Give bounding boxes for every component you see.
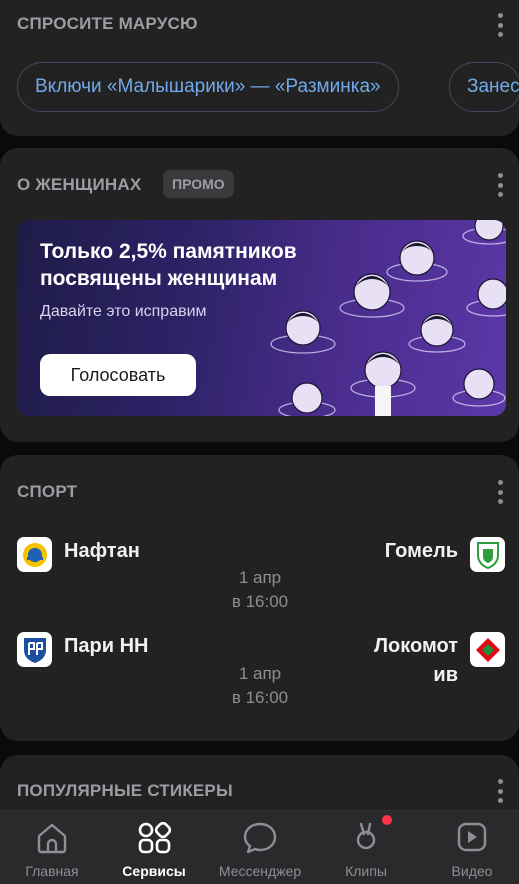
- gomel-logo: [470, 537, 505, 572]
- section-title-women: О ЖЕНЩИНАХ: [17, 175, 142, 194]
- nav-label: Видео: [451, 863, 493, 879]
- messenger-icon: [243, 822, 277, 854]
- more-options-icon[interactable]: [497, 173, 503, 197]
- sport-card: СПОРТ Нафтан Гомель 1 апр в 16:00 Пари Н…: [0, 455, 519, 741]
- nav-label: Главная: [25, 863, 79, 879]
- more-options-icon[interactable]: [497, 779, 503, 803]
- vote-button[interactable]: Голосовать: [40, 354, 196, 396]
- clips-icon: [356, 822, 376, 850]
- nav-label: Сервисы: [122, 863, 186, 879]
- services-icon: [138, 821, 172, 854]
- away-team-name-cont: ив: [433, 664, 458, 686]
- promo-badge: ПРОМО: [163, 170, 234, 198]
- nav-item-messenger[interactable]: Мессенджер: [208, 811, 312, 884]
- home-team-name[interactable]: Нафтан: [64, 540, 140, 563]
- nav-label: Мессенджер: [218, 863, 302, 879]
- match-time: в 16:00: [231, 592, 289, 611]
- match-date: 1 апр: [238, 664, 282, 683]
- banner-subtitle: Давайте это исправим: [40, 303, 207, 320]
- lokomotiv-logo: [470, 632, 505, 667]
- home-icon: [37, 823, 67, 854]
- bottom-navigation: Главная Сервисы Мессенджер Клипы Видео: [0, 810, 519, 884]
- women-promo-card: О ЖЕНЩИНАХ ПРОМО Только 2,5% памятников …: [0, 148, 519, 442]
- away-team-name[interactable]: Локомот: [374, 635, 458, 658]
- match-time: в 16:00: [231, 688, 289, 707]
- notification-dot: [382, 815, 392, 825]
- more-options-icon[interactable]: [497, 480, 503, 504]
- promo-banner[interactable]: Только 2,5% памятников посвящены женщина…: [17, 220, 506, 416]
- match-date: 1 апр: [238, 568, 282, 587]
- marusya-suggestion-chip[interactable]: Занес: [449, 62, 519, 112]
- marusya-suggestion-chip[interactable]: Включи «Малышарики» — «Разминка»: [17, 62, 399, 112]
- pari-nn-logo: [17, 632, 52, 667]
- nav-item-video[interactable]: Видео: [420, 811, 519, 884]
- home-team-name[interactable]: Пари НН: [64, 635, 148, 658]
- video-icon: [457, 822, 487, 852]
- nav-item-home[interactable]: Главная: [0, 811, 104, 884]
- nav-item-services[interactable]: Сервисы: [102, 811, 206, 884]
- away-team-name[interactable]: Гомель: [385, 540, 458, 563]
- more-options-icon[interactable]: [497, 13, 503, 37]
- naftan-logo: [17, 537, 52, 572]
- banner-title: Только 2,5% памятников посвящены женщина…: [40, 240, 297, 290]
- nav-item-clips[interactable]: Клипы: [314, 811, 418, 884]
- section-title-marusya: СПРОСИТЕ МАРУСЮ: [17, 14, 198, 33]
- section-title-sport: СПОРТ: [17, 482, 78, 501]
- marusya-card: СПРОСИТЕ МАРУСЮ Включи «Малышарики» — «Р…: [0, 0, 519, 136]
- nav-label: Клипы: [345, 863, 387, 879]
- section-title-stickers: ПОПУЛЯРНЫЕ СТИКЕРЫ: [17, 781, 233, 800]
